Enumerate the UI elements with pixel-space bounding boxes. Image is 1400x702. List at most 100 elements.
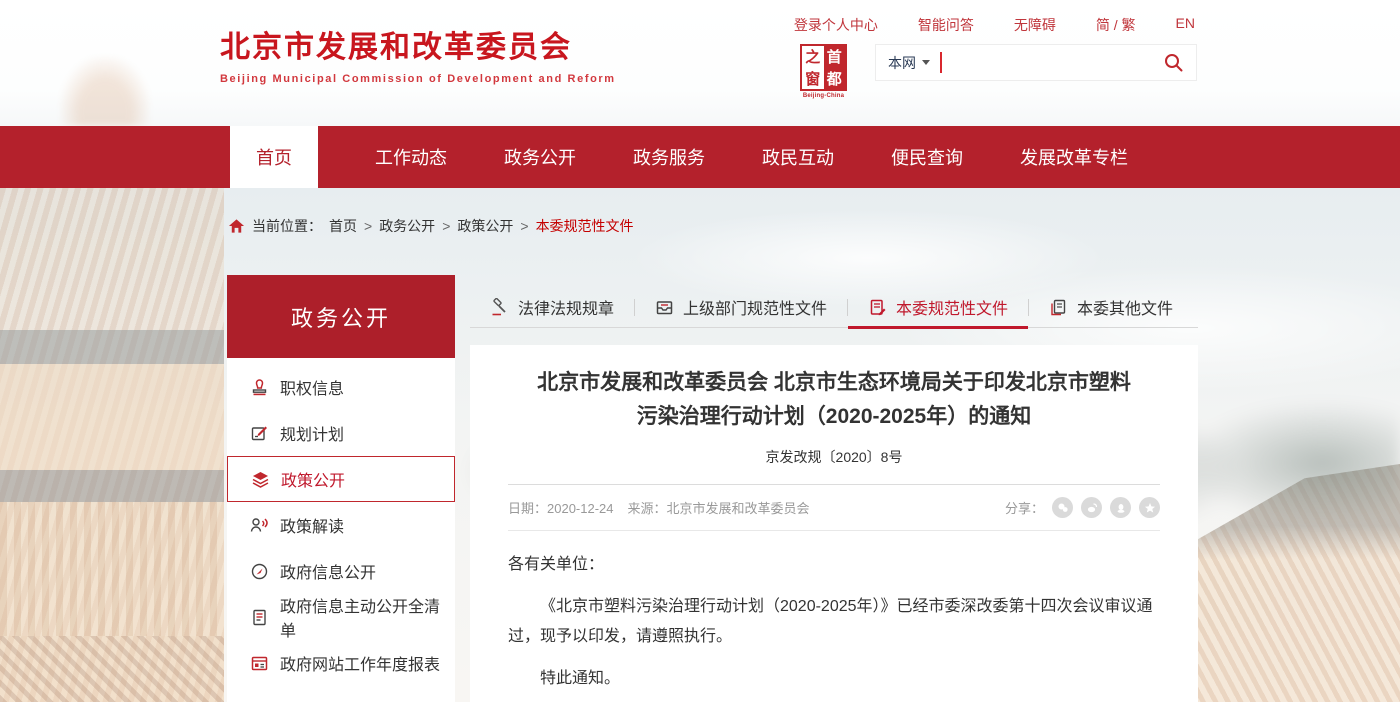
weibo-icon[interactable] bbox=[1081, 497, 1102, 518]
site-title: 北京市发展和改革委员会 bbox=[220, 22, 616, 66]
capital-window-seal-icon[interactable]: 之 首 窗 都 Beijing-China bbox=[800, 44, 847, 99]
login-link[interactable]: 登录个人中心 bbox=[794, 15, 878, 35]
smart-qa-link[interactable]: 智能问答 bbox=[918, 15, 974, 35]
breadcrumb-separator: > bbox=[442, 218, 450, 234]
qzone-icon[interactable] bbox=[1139, 497, 1160, 518]
sidebar-item-gov-info-disclosure[interactable]: 政府信息公开 bbox=[227, 548, 455, 594]
sidebar: 政务公开 职权信息 规划计划 政策公开 bbox=[227, 275, 455, 702]
doc-edit-icon bbox=[868, 298, 887, 317]
sidebar-item-policy-disclosure[interactable]: 政策公开 bbox=[227, 456, 455, 502]
gavel-icon bbox=[490, 298, 509, 317]
nav-item-gov-affairs[interactable]: 政务公开 bbox=[504, 126, 576, 188]
article-paragraph: 各有关单位： bbox=[508, 550, 1160, 580]
accessibility-link[interactable]: 无障碍 bbox=[1014, 15, 1056, 35]
qq-icon[interactable] bbox=[1110, 497, 1131, 518]
tab-label: 本委规范性文件 bbox=[896, 295, 1008, 319]
plan-edit-icon bbox=[250, 424, 269, 443]
sidebar-menu: 职权信息 规划计划 政策公开 政策解读 bbox=[227, 358, 455, 702]
active-tab-underline bbox=[848, 326, 1028, 329]
article-title: 北京市发展和改革委员会 北京市生态环境局关于印发北京市塑料 污染治理行动计划（2… bbox=[508, 366, 1160, 434]
sidebar-item-annual-report[interactable]: 政府网站工作年度报表 bbox=[227, 640, 455, 686]
breadcrumb-home[interactable]: 首页 bbox=[329, 216, 357, 236]
breadcrumb-current: 本委规范性文件 bbox=[536, 216, 634, 236]
article-paragraph: 特此通知。 bbox=[508, 664, 1160, 694]
tab-committee-normative-docs[interactable]: 本委规范性文件 bbox=[848, 287, 1028, 327]
sidebar-item-label: 政府信息主动公开全清单 bbox=[280, 593, 455, 641]
tab-committee-other-docs[interactable]: 本委其他文件 bbox=[1029, 287, 1193, 327]
article-panel: 北京市发展和改革委员会 北京市生态环境局关于印发北京市塑料 污染治理行动计划（2… bbox=[470, 345, 1198, 702]
breadcrumb: 当前位置： 首页 > 政务公开 > 政策公开 > 本委规范性文件 bbox=[228, 216, 634, 236]
search-area: 之 首 窗 都 Beijing-China 本网 bbox=[800, 44, 1197, 99]
inbox-icon bbox=[655, 298, 674, 317]
wechat-icon[interactable] bbox=[1052, 497, 1073, 518]
nav-item-work-news[interactable]: 工作动态 bbox=[375, 126, 447, 188]
disclosure-list-icon bbox=[250, 608, 269, 627]
nav-item-gov-services[interactable]: 政务服务 bbox=[633, 126, 705, 188]
info-disclosure-icon bbox=[250, 562, 269, 581]
sidebar-item-label: 政府信息公开 bbox=[280, 559, 376, 583]
source-label: 来源： bbox=[628, 501, 667, 516]
document-number: 京发改规〔2020〕8号 bbox=[508, 447, 1160, 467]
nav-item-convenience[interactable]: 便民查询 bbox=[891, 126, 963, 188]
sidebar-item-label: 规划计划 bbox=[280, 421, 344, 445]
policy-interpret-icon bbox=[250, 516, 269, 535]
seal-grid: 之 首 窗 都 bbox=[800, 44, 847, 91]
sidebar-item-label: 预决算公开 bbox=[280, 697, 360, 702]
seal-char: 窗 bbox=[802, 68, 824, 90]
nav-item-home[interactable]: 首页 bbox=[230, 126, 318, 188]
search-scope-dropdown[interactable]: 本网 bbox=[888, 53, 930, 73]
seal-char: 首 bbox=[824, 46, 846, 68]
article-meta: 日期：2020-12-24 来源：北京市发展和改革委员会 分享： bbox=[508, 485, 1160, 531]
search-box: 本网 bbox=[875, 44, 1197, 81]
search-input[interactable] bbox=[942, 48, 1157, 78]
breadcrumb-prefix: 当前位置： bbox=[252, 216, 322, 236]
annual-report-icon bbox=[250, 654, 269, 673]
meta-left: 日期：2020-12-24 来源：北京市发展和改革委员会 bbox=[508, 498, 810, 517]
palace-roof-left bbox=[0, 188, 224, 702]
sidebar-title: 政务公开 bbox=[227, 275, 455, 358]
site-logo[interactable]: 北京市发展和改革委员会 Beijing Municipal Commission… bbox=[220, 22, 616, 85]
sidebar-item-label: 政策解读 bbox=[280, 513, 344, 537]
breadcrumb-separator: > bbox=[520, 218, 528, 234]
breadcrumb-policy[interactable]: 政策公开 bbox=[457, 216, 513, 236]
share-label: 分享： bbox=[1005, 498, 1044, 517]
date-label: 日期： bbox=[508, 501, 547, 516]
nav-item-interaction[interactable]: 政民互动 bbox=[762, 126, 834, 188]
tab-laws-regulations[interactable]: 法律法规规章 bbox=[470, 287, 634, 327]
home-icon[interactable] bbox=[228, 218, 245, 234]
site-header: 北京市发展和改革委员会 Beijing Municipal Commission… bbox=[0, 0, 1400, 126]
simplified-traditional-toggle[interactable]: 简 / 繁 bbox=[1096, 15, 1136, 35]
page: 北京市发展和改革委员会 Beijing Municipal Commission… bbox=[0, 0, 1400, 702]
doc-copy-icon bbox=[1049, 298, 1068, 317]
sidebar-item-budget[interactable]: 预决算公开 bbox=[227, 686, 455, 702]
utility-links: 登录个人中心 智能问答 无障碍 简 / 繁 EN bbox=[794, 15, 1195, 35]
sidebar-item-label: 职权信息 bbox=[280, 375, 344, 399]
breadcrumb-separator: > bbox=[364, 218, 372, 234]
document-tabs: 法律法规规章 上级部门规范性文件 本委规范性文件 本委其他文件 bbox=[470, 287, 1198, 328]
article-body: 各有关单位： 《北京市塑料污染治理行动计划（2020-2025年）》已经市委深改… bbox=[508, 550, 1160, 702]
sidebar-item-label: 政策公开 bbox=[281, 467, 345, 491]
article-date: 2020-12-24 bbox=[547, 501, 614, 516]
chevron-down-icon bbox=[922, 60, 930, 65]
english-link[interactable]: EN bbox=[1176, 15, 1195, 35]
article-source: 北京市发展和改革委员会 bbox=[667, 501, 810, 516]
seal-char: 之 bbox=[802, 46, 824, 68]
article-paragraph: 《北京市塑料污染治理行动计划（2020-2025年）》已经市委深改委第十四次会议… bbox=[508, 592, 1160, 652]
sidebar-item-authority-info[interactable]: 职权信息 bbox=[227, 364, 455, 410]
site-subtitle: Beijing Municipal Commission of Developm… bbox=[220, 73, 616, 85]
sidebar-item-disclosure-list[interactable]: 政府信息主动公开全清单 bbox=[227, 594, 455, 640]
seal-caption: Beijing-China bbox=[800, 93, 847, 99]
nav-item-reform-column[interactable]: 发展改革专栏 bbox=[1020, 126, 1128, 188]
stamp-icon bbox=[250, 378, 269, 397]
sidebar-item-plans[interactable]: 规划计划 bbox=[227, 410, 455, 456]
search-icon[interactable] bbox=[1163, 52, 1184, 73]
article-title-line1: 北京市发展和改革委员会 北京市生态环境局关于印发北京市塑料 bbox=[508, 366, 1160, 400]
faint-roof-corner bbox=[60, 56, 150, 126]
breadcrumb-gov-affairs[interactable]: 政务公开 bbox=[379, 216, 435, 236]
search-scope-label: 本网 bbox=[888, 53, 916, 73]
tab-label: 上级部门规范性文件 bbox=[683, 295, 827, 319]
policy-stack-icon bbox=[251, 470, 270, 489]
sidebar-item-policy-interpretation[interactable]: 政策解读 bbox=[227, 502, 455, 548]
share-bar: 分享： bbox=[1005, 497, 1160, 518]
tab-superior-normative-docs[interactable]: 上级部门规范性文件 bbox=[635, 287, 847, 327]
